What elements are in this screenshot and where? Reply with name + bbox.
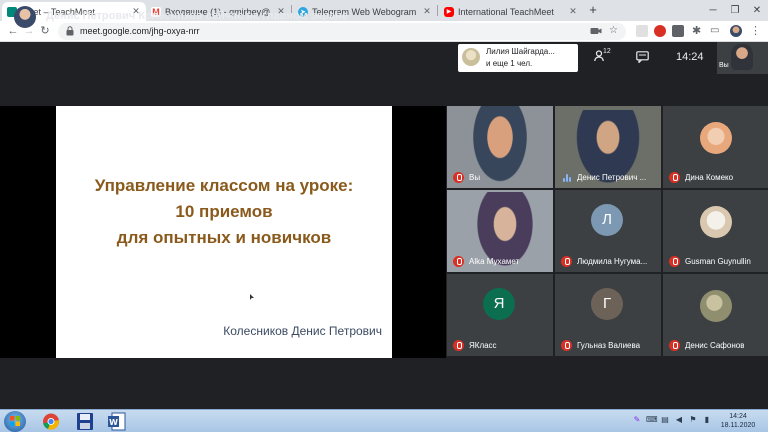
system-date: 18.11.2020 — [720, 422, 756, 429]
url-text: meet.google.com/jhg-oxya-nrr — [80, 26, 200, 36]
camera-icon[interactable] — [590, 26, 602, 36]
address-bar[interactable]: meet.google.com/jhg-oxya-nrr ☆ — [58, 23, 626, 40]
people-count: 12 — [603, 48, 611, 55]
mic-off-icon — [453, 340, 464, 351]
mic-off-icon — [561, 340, 572, 351]
participant-avatar — [700, 122, 732, 154]
meeting-clock: 14:24 — [676, 51, 704, 63]
puzzle-icon[interactable]: ✱ — [692, 25, 704, 37]
participant-initial: Я — [483, 288, 515, 320]
minimize-button[interactable]: ─ — [702, 0, 724, 21]
lock-icon — [66, 26, 74, 36]
chat-icon[interactable] — [636, 51, 649, 63]
participant-tile[interactable]: Г Гульназ Валиева — [555, 274, 661, 356]
presenter-avatar — [14, 6, 36, 28]
self-preview[interactable]: Вы — [717, 42, 768, 74]
speaking-indicator-icon — [563, 173, 571, 182]
chrome-icon — [43, 413, 59, 430]
participant-tile[interactable]: Денис Сафонов — [663, 274, 768, 356]
extension-icon[interactable] — [636, 25, 648, 37]
participant-initial: Л — [591, 204, 623, 236]
presenter-status: Денис Петрович Колесников сейчас на глав… — [46, 10, 348, 22]
tray-network-icon[interactable]: ▤ — [660, 415, 670, 425]
mic-off-icon — [669, 172, 680, 183]
participant-tile[interactable]: Gusman Guynullin — [663, 190, 768, 272]
slide-title-line3: для опытных и новичков — [116, 228, 332, 247]
bookmark-star-icon[interactable]: ☆ — [609, 25, 618, 36]
participant-tile-presenter[interactable]: Денис Петрович ... — [555, 106, 661, 188]
participant-name: Денис Петрович ... — [577, 173, 647, 182]
tray-flag-icon[interactable]: ⚑ — [688, 415, 698, 425]
join-notification[interactable]: Лилия Шайгарда... и еще 1 чел. — [458, 44, 578, 72]
participant-name: Gusman Guynullin — [685, 257, 751, 266]
browser-toolbar: ← → ↻ meet.google.com/jhg-oxya-nrr ☆ ✱ ▭… — [0, 21, 768, 42]
system-clock[interactable]: 14:24 18.11.2020 — [718, 412, 758, 430]
taskbar-word[interactable]: W — [104, 411, 130, 432]
extension-red-icon[interactable] — [654, 25, 666, 37]
windows-taskbar: W ✎ ⌨ ▤ ◀ ⚑ ▮ 14:24 18.11.2020 — [0, 409, 768, 432]
start-button[interactable] — [4, 411, 26, 432]
tray-volume-icon[interactable]: ◀ — [674, 415, 684, 425]
participant-name: Alka Мухамет — [469, 257, 520, 266]
slide-author: Колесников Денис Петрович — [223, 324, 382, 338]
participant-tile[interactable]: Alka Мухамет — [447, 190, 553, 272]
taskbar-save-app[interactable] — [72, 411, 98, 432]
tab-separator — [437, 5, 438, 16]
slide-title-line1: Управление классом на уроке: — [94, 176, 354, 195]
participant-avatar — [700, 206, 732, 238]
close-icon[interactable]: ✕ — [568, 6, 578, 17]
participant-name: ЯКласс — [469, 341, 497, 350]
close-window-button[interactable]: ✕ — [746, 0, 768, 21]
reload-button[interactable]: ↻ — [38, 24, 52, 38]
presentation-slide: Управление классом на уроке: 10 приемов … — [56, 106, 392, 358]
cursor-icon — [250, 294, 254, 300]
participant-avatar — [700, 290, 732, 322]
profile-avatar[interactable] — [730, 25, 742, 37]
youtube-icon: ▶ — [444, 6, 454, 17]
new-tab-button[interactable]: + — [586, 3, 600, 17]
self-label: Вы — [719, 62, 729, 69]
participant-tile[interactable]: Я ЯКласс — [447, 274, 553, 356]
floppy-disk-icon — [77, 413, 93, 430]
notification-line1: Лилия Шайгарда... — [486, 47, 555, 56]
participant-name: Вы — [469, 173, 481, 182]
mic-off-icon — [453, 172, 464, 183]
cast-icon[interactable]: ▭ — [710, 25, 722, 37]
participant-tile[interactable]: Дина Комеко — [663, 106, 768, 188]
svg-text:W: W — [109, 418, 118, 427]
extension-dark-icon[interactable] — [672, 25, 684, 37]
participant-name: Гульназ Валиева — [577, 341, 641, 350]
meet-header — [0, 42, 768, 76]
tray-pen-icon[interactable]: ✎ — [632, 415, 642, 425]
tray-keyboard-icon[interactable]: ⌨ — [646, 415, 658, 425]
close-icon[interactable]: ✕ — [422, 6, 432, 17]
participant-name: Дина Комеко — [685, 173, 734, 182]
taskbar-chrome[interactable] — [38, 411, 64, 432]
mic-off-icon — [669, 256, 680, 267]
tray-battery-icon[interactable]: ▮ — [702, 415, 712, 425]
mic-off-icon — [453, 256, 464, 267]
tab-youtube[interactable]: ▶ International TeachMeet ✕ — [439, 2, 583, 21]
system-time: 14:24 — [729, 413, 747, 420]
windows-logo-icon — [10, 416, 20, 426]
slide-title-line2: 10 приемов — [175, 202, 273, 221]
participant-initial: Г — [591, 288, 623, 320]
participant-name: Денис Сафонов — [685, 341, 745, 350]
notification-line2: и еще 1 чел. — [486, 59, 533, 68]
participant-name: Людмила Нугума... — [577, 257, 648, 266]
participant-tile[interactable]: Л Людмила Нугума... — [555, 190, 661, 272]
word-icon: W — [108, 412, 126, 431]
screen: Meet – TeachMeet ✕ M Входящие (1) - qmir… — [0, 0, 768, 432]
notification-avatar — [462, 48, 480, 66]
maximize-button[interactable]: ❐ — [724, 0, 746, 21]
menu-dots-icon[interactable]: ⋮ — [750, 25, 762, 37]
participant-tile-self[interactable]: Вы — [447, 106, 553, 188]
mic-off-icon — [561, 256, 572, 267]
mic-off-icon — [669, 340, 680, 351]
self-avatar — [731, 44, 753, 70]
tab-label: International TeachMeet — [458, 6, 554, 17]
